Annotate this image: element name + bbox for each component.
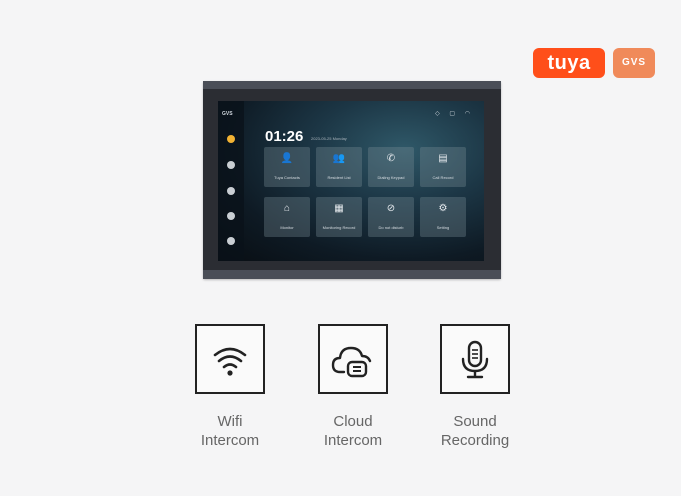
feature-label-line2: Intercom bbox=[200, 432, 260, 449]
clock-time: 01:26 bbox=[265, 128, 304, 145]
sidebar-home-icon[interactable] bbox=[227, 135, 235, 143]
tile-monitor[interactable]: ⌂ Monitor bbox=[264, 197, 310, 237]
settings-icon: ⚙ bbox=[438, 203, 448, 214]
sound-feature-label: Sound Recording bbox=[415, 412, 535, 450]
cloud-feature-box bbox=[318, 324, 388, 394]
sound-feature-box bbox=[440, 324, 510, 394]
sidebar-lock-icon[interactable] bbox=[227, 187, 235, 195]
screen-sidebar: GVS bbox=[218, 101, 244, 261]
feature-label-line1: Sound bbox=[453, 413, 497, 430]
do-not-disturb-icon: ⊘ bbox=[386, 203, 396, 214]
tile-label: Tuya Contacts bbox=[274, 175, 300, 180]
tile-label: Call Record bbox=[432, 175, 454, 180]
device-screen: GVS ◇ ▢ ◠ 01:26 2023-05-25 Monday 👤 Tuya… bbox=[218, 101, 484, 261]
tile-monitoring-record[interactable]: ▦ Monitoring Record bbox=[316, 197, 362, 237]
feature-label-line1: Wifi bbox=[217, 413, 243, 430]
record-icon: ▤ bbox=[438, 153, 448, 164]
cloud-feature-label: Cloud Intercom bbox=[293, 412, 413, 450]
sidebar-settings-icon[interactable] bbox=[227, 237, 235, 245]
feature-label-line2: Recording bbox=[440, 432, 510, 449]
cloud-icon bbox=[331, 346, 372, 378]
tile-setting[interactable]: ⚙ Setting bbox=[420, 197, 466, 237]
device-bottom-bezel bbox=[203, 270, 501, 279]
monitor-icon: ⌂ bbox=[283, 203, 291, 214]
tile-tuya-contacts[interactable]: 👤 Tuya Contacts bbox=[264, 147, 310, 187]
contact-icon: 👤 bbox=[280, 153, 294, 164]
tile-label: Dialing Keypad bbox=[377, 175, 405, 180]
tuya-logo: tuya bbox=[533, 48, 605, 78]
wifi-feature-box bbox=[195, 324, 265, 394]
tile-dialing-keypad[interactable]: ✆ Dialing Keypad bbox=[368, 147, 414, 187]
sidebar-call-icon[interactable] bbox=[227, 161, 235, 169]
microphone-icon bbox=[461, 340, 489, 379]
resident-icon: 👥 bbox=[332, 153, 346, 164]
monitoring-record-icon: ▦ bbox=[334, 203, 344, 214]
sidebar-brand: GVS bbox=[222, 111, 233, 117]
status-icons: ◇ ▢ ◠ bbox=[435, 111, 474, 117]
phone-icon: ✆ bbox=[386, 153, 396, 164]
device-top-bezel bbox=[203, 81, 501, 89]
tile-resident-list[interactable]: 👥 Resident List bbox=[316, 147, 362, 187]
intercom-device: GVS ◇ ▢ ◠ 01:26 2023-05-25 Monday 👤 Tuya… bbox=[203, 81, 501, 279]
tile-call-record[interactable]: ▤ Call Record bbox=[420, 147, 466, 187]
tile-label: Setting bbox=[436, 225, 450, 230]
gvs-logo: GVS bbox=[613, 48, 655, 78]
tile-do-not-disturb[interactable]: ⊘ Do not disturb bbox=[368, 197, 414, 237]
tile-label: Do not disturb bbox=[378, 225, 404, 230]
tile-label: Resident List bbox=[327, 175, 351, 180]
sidebar-message-icon[interactable] bbox=[227, 212, 235, 220]
wifi-icon bbox=[213, 347, 247, 376]
clock-date: 2023-05-25 Monday bbox=[311, 136, 347, 141]
tile-label: Monitor bbox=[280, 225, 294, 230]
feature-label-line1: Cloud bbox=[333, 413, 373, 430]
wifi-feature-label: Wifi Intercom bbox=[170, 412, 290, 450]
feature-label-line2: Intercom bbox=[323, 432, 383, 449]
tile-label: Monitoring Record bbox=[322, 225, 356, 230]
